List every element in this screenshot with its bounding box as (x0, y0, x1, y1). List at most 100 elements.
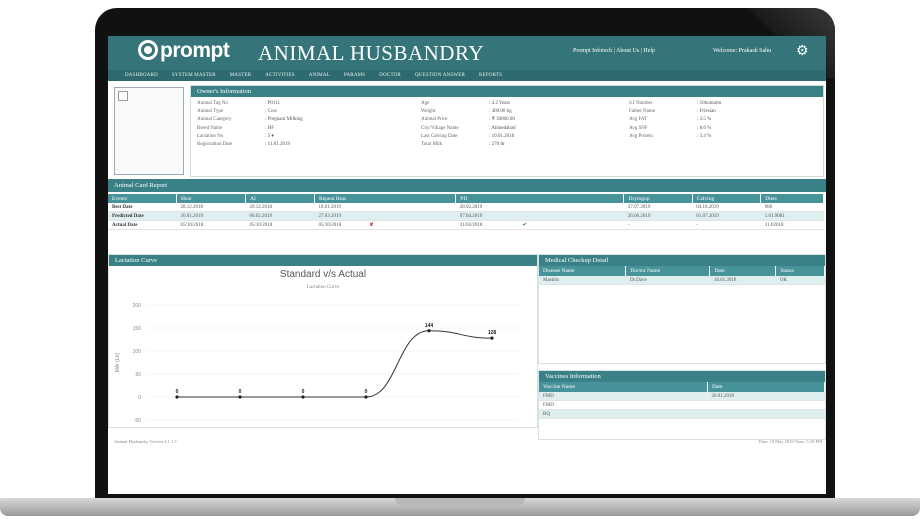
top-links[interactable]: Prompt Infotech | About Us | Help (573, 48, 655, 54)
nav-animal[interactable]: ANIMAL (302, 70, 337, 81)
nav-activities[interactable]: ACTIVITIES (258, 70, 302, 81)
table-cell: 05/10/2018 (176, 220, 246, 230)
owner-field: Total Milk: 270 ltr (421, 141, 516, 149)
data-point (301, 395, 305, 399)
field-value: : 11.01.2019 (265, 142, 290, 148)
vaccines-title: Vaccines Information (539, 371, 825, 382)
field-label: S.I Number (629, 101, 653, 106)
table-cell: 31.02018 (760, 220, 824, 230)
nav-system-master[interactable]: SYSTEM MASTER (165, 70, 223, 81)
field-label: Weight (421, 109, 436, 115)
table-cell: Dr.Dave (625, 276, 710, 285)
gear-icon[interactable]: ⚙ (796, 43, 809, 60)
owner-field: Avg Protein: 3.4 % (629, 133, 721, 141)
table-row: FMD 20.01.2018 (539, 392, 825, 401)
lactation-chart: 200 150 100 50 0 -50 Milk (Ltr) 0 0 0 0 144 128 (115, 303, 519, 424)
table-row: Predicted Date 30.01.2019 06.02.2019 27.… (108, 211, 824, 221)
table-cell: 1.01.9081 (760, 211, 824, 221)
field-label: Avg Protein (629, 133, 653, 139)
owner-field: Animal Tag No: P0111 (197, 100, 303, 108)
field-value: : 10kumarm (697, 101, 722, 106)
field-value: : Friesian (697, 109, 716, 115)
top-bar: prompt ANIMAL HUSBANDRY Prompt Infotech … (108, 36, 826, 70)
owner-field: Registration Date : 11.01.2019 (197, 141, 303, 149)
nav-master[interactable]: MASTER (223, 70, 258, 81)
table-row: FMD (539, 400, 825, 410)
field-value: : Pregnant Milking (265, 117, 303, 123)
table-header-row: Vaccine Name Date (539, 382, 825, 392)
row-label: Actual Date (108, 220, 177, 230)
main-nav: DASHBOARD SYSTEM MASTER MASTER ACTIVITIE… (108, 70, 826, 81)
field-value: : Ahmedabad (489, 125, 516, 131)
owner-col-1: Animal Tag No: P0111 Animal Type: Cow An… (197, 100, 303, 149)
field-label: Registration Date (197, 142, 233, 148)
field-value: : 400.00 kg (489, 109, 512, 115)
field-value: : P0111 (265, 101, 281, 106)
col-header: PD (455, 194, 625, 203)
nav-params[interactable]: PARAMS (337, 70, 372, 81)
field-value: : 270 ltr (489, 142, 505, 148)
y-tick-label: -50 (134, 418, 141, 424)
nav-doctor[interactable]: DOCTOR (372, 70, 408, 81)
owner-field: Weight : 400.00 kg (421, 108, 516, 116)
field-value: : 3.5 % (697, 117, 712, 123)
table-cell: 30.01.2019 (176, 211, 246, 221)
table-cell: BQ (539, 409, 708, 419)
card-report-header: Animal Card Report (108, 179, 826, 192)
owner-field: Animal Type: Cow (197, 108, 303, 116)
data-point (427, 329, 431, 333)
medical-panel: Medical Checkup Detail Disease Name Doct… (538, 254, 826, 364)
y-tick-label: 100 (133, 349, 142, 355)
broken-image-icon (118, 91, 128, 101)
field-label: Last Calving Date (421, 133, 458, 139)
col-header: Vaccine Name (539, 382, 708, 392)
y-tick-label: 200 (133, 303, 142, 309)
prompt-logo[interactable]: prompt (138, 39, 230, 63)
owner-section: Owner's Information Animal Tag No: P0111… (108, 81, 826, 179)
nav-dashboard[interactable]: DASHBOARD (118, 70, 165, 81)
owner-field: Last Calving Date: 10.01.2018 (421, 133, 516, 141)
lactation-select[interactable]: : 5 ▾ (265, 133, 274, 141)
table-cell: 06.02.2019 (245, 211, 315, 221)
laptop-notch (395, 498, 525, 506)
owner-field: Age: 4.2 Years (421, 100, 516, 108)
field-value: : ₹ 30000.00 (489, 117, 515, 123)
app-title: ANIMAL HUSBANDRY (258, 41, 484, 65)
field-value: : Cow (265, 109, 278, 115)
owner-field: City/Village Name: Ahmedabad (421, 125, 516, 133)
field-label: Age (421, 101, 430, 106)
col-header: Date (709, 266, 777, 276)
table-cell: 05/10/2018 (245, 220, 315, 230)
table-cell: Mastitis (539, 276, 626, 285)
field-label: Animal Price (421, 117, 448, 123)
col-header: AI (245, 194, 316, 203)
table-cell: FMD (539, 392, 708, 401)
nav-reports[interactable]: REPORTS (472, 70, 509, 81)
table-cell (707, 400, 825, 410)
col-header: Status (775, 266, 825, 276)
owner-field: S.I Number : 10kumarm (629, 100, 721, 108)
row-label: Best Date (108, 203, 177, 212)
field-value: : 8.6 % (697, 125, 712, 131)
col-header: Events (108, 194, 177, 203)
owner-col-2: Age: 4.2 Years Weight : 400.00 kg Animal … (421, 100, 516, 149)
data-label: 0 (176, 389, 179, 395)
animal-photo (114, 87, 184, 175)
data-label: 0 (365, 389, 368, 395)
owner-field: Avg FAT: 3.5 % (629, 116, 721, 124)
table-row: BQ (539, 409, 825, 419)
cross-icon: ✘ (369, 223, 374, 228)
col-header: Doctor Name (625, 266, 711, 276)
field-label: Father Name (629, 109, 655, 115)
table-cell: 986 (760, 203, 824, 212)
welcome-user: Welcome: Prakash Sahu (713, 48, 772, 54)
col-header: Heat (176, 194, 247, 203)
table-cell: 04.10.2019 (692, 203, 761, 212)
nav-question-answer[interactable]: QUESTION ANSWER (408, 70, 472, 81)
table-cell-value: 31/02/2018 (459, 223, 483, 228)
table-cell: - (692, 220, 761, 230)
col-header: Dryingup (623, 194, 693, 203)
data-point (364, 395, 368, 399)
table-row: Actual Date 05/10/2018 05/10/2018 05/10/… (108, 220, 824, 230)
owner-field: Breed Name: HF (197, 125, 303, 133)
